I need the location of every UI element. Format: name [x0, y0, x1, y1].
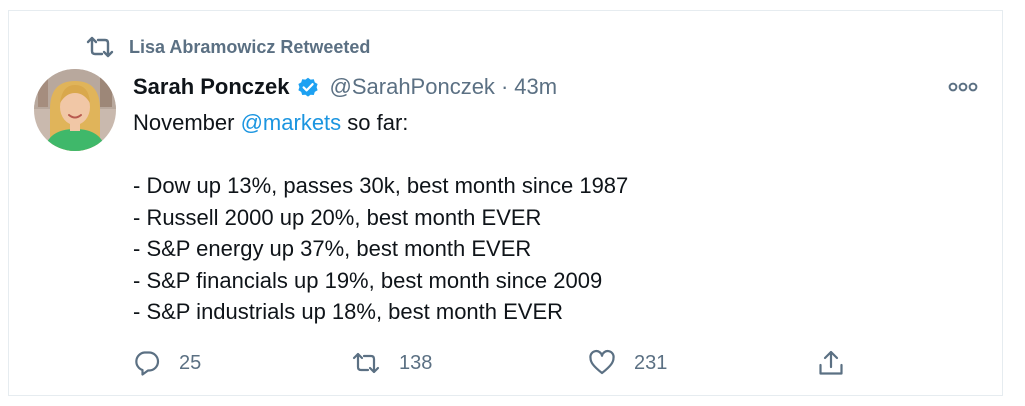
more-icon [948, 82, 978, 92]
retweet-icon [85, 36, 115, 58]
retweet-icon [351, 351, 381, 375]
mention-link[interactable]: @markets [241, 110, 342, 135]
verified-badge-icon [296, 75, 320, 99]
share-icon [817, 349, 845, 377]
bullet-line: - S&P industrials up 18%, best month EVE… [133, 299, 564, 324]
author-name[interactable]: Sarah Ponczek [133, 74, 290, 100]
tweet-text: November @markets so far: - Dow up 13%, … [133, 107, 953, 328]
tweet-actions: 25 138 231 [133, 347, 853, 379]
share-button[interactable] [817, 347, 845, 379]
tweet-text-prefix: November [133, 110, 241, 135]
more-options-button[interactable] [943, 75, 983, 99]
retweet-count: 138 [399, 351, 433, 374]
reply-button[interactable]: 25 [133, 347, 201, 379]
reply-count: 25 [179, 351, 202, 374]
like-count: 231 [634, 351, 668, 374]
author-handle[interactable]: @SarahPonczek [330, 74, 495, 100]
like-button[interactable]: 231 [588, 347, 667, 379]
bullet-line: - Dow up 13%, passes 30k, best month sin… [133, 173, 629, 198]
reply-icon [133, 349, 161, 377]
bullet-line: - S&P energy up 37%, best month EVER [133, 236, 532, 261]
retweet-label[interactable]: Lisa Abramowicz Retweeted [129, 37, 370, 58]
tweet-text-intro: November @markets so far: [133, 107, 953, 139]
tweet-timestamp[interactable]: 43m [514, 74, 557, 100]
heart-icon [588, 349, 616, 377]
retweet-context: Lisa Abramowicz Retweeted [85, 35, 370, 59]
separator-dot: · [500, 74, 509, 99]
bullet-line: - S&P financials up 19%, best month sinc… [133, 267, 603, 293]
bullet-line: - Russell 2000 up 20%, best month EVER [133, 204, 542, 230]
tweet-header: Sarah Ponczek @SarahPonczek · 43m [133, 71, 557, 103]
avatar[interactable] [34, 69, 116, 151]
tweet-card[interactable]: Lisa Abramowicz Retweeted Sarah Ponczek … [8, 10, 1003, 396]
retweet-button[interactable]: 138 [351, 347, 432, 379]
tweet-text-suffix: so far: [341, 110, 409, 135]
